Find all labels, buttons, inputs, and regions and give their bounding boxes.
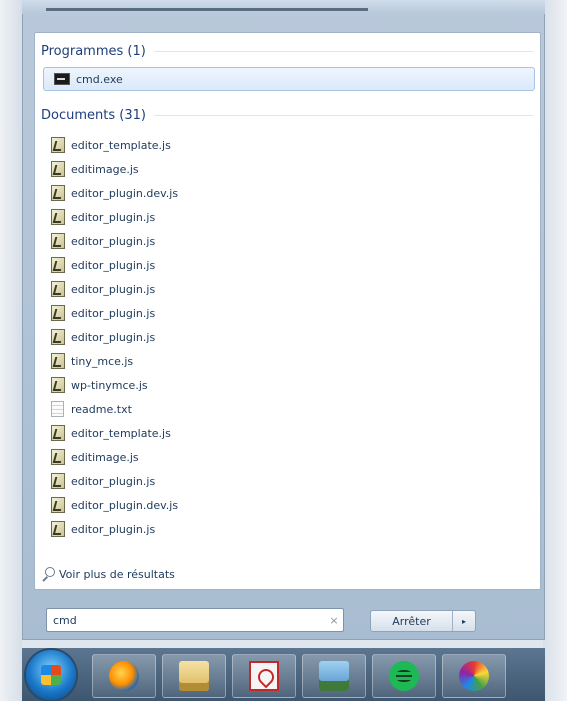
document-label: editor_plugin.dev.js (71, 498, 179, 512)
js-file-icon (51, 449, 65, 465)
text-file-icon (51, 401, 64, 417)
search-icon (41, 567, 55, 581)
document-result[interactable]: editor_plugin.js (51, 277, 155, 301)
windows-start-orb-icon[interactable] (26, 650, 76, 700)
document-result[interactable]: editor_plugin.js (51, 253, 155, 277)
js-file-icon (51, 329, 65, 345)
desktop-background-right (543, 0, 567, 701)
search-input[interactable] (47, 612, 325, 628)
programs-header-label: Programmes (1) (41, 43, 146, 59)
section-divider (153, 114, 533, 116)
js-file-icon (51, 161, 65, 177)
document-result[interactable]: editor_plugin.js (51, 205, 155, 229)
taskbar-button-spotify[interactable] (372, 654, 436, 698)
document-label: editor_plugin.js (71, 258, 156, 272)
documents-section-header: Documents (31) (41, 105, 533, 125)
taskbar-button-firefox[interactable] (92, 654, 156, 698)
document-label: editor_plugin.js (71, 210, 156, 224)
js-file-icon (51, 257, 65, 273)
document-label: editor_plugin.dev.js (71, 186, 179, 200)
document-label: editor_plugin.js (71, 474, 156, 488)
js-file-icon (51, 497, 65, 513)
document-label: editor_template.js (71, 426, 171, 440)
document-result[interactable]: wp-tinymce.js (51, 373, 148, 397)
document-result[interactable]: editor_plugin.js (51, 325, 155, 349)
programs-section-header: Programmes (1) (41, 41, 533, 61)
document-label: tiny_mce.js (71, 354, 134, 368)
document-result[interactable]: editor_plugin.js (51, 517, 155, 541)
document-label: editimage.js (71, 450, 139, 464)
document-result[interactable]: editor_template.js (51, 421, 171, 445)
taskbar-button-acrobat[interactable] (232, 654, 296, 698)
shutdown-options-arrow-icon[interactable]: ▸ (452, 611, 475, 631)
shutdown-button[interactable]: Arrêter (371, 615, 452, 628)
scroll-edge (46, 8, 368, 11)
firefox-icon (109, 661, 139, 691)
taskbar (22, 648, 545, 701)
spotify-icon (389, 661, 419, 691)
document-label: editor_plugin.js (71, 234, 156, 248)
document-label: editor_template.js (71, 138, 171, 152)
document-label: wp-tinymce.js (71, 378, 148, 392)
document-result[interactable]: editor_plugin.dev.js (51, 493, 178, 517)
section-divider (153, 50, 533, 52)
js-file-icon (51, 209, 65, 225)
js-file-icon (51, 185, 65, 201)
document-label: editor_plugin.js (71, 330, 156, 344)
taskbar-button-paint[interactable] (442, 654, 506, 698)
document-result[interactable]: editor_template.js (51, 133, 171, 157)
js-file-icon (51, 233, 65, 249)
js-file-icon (51, 353, 65, 369)
document-result[interactable]: tiny_mce.js (51, 349, 133, 373)
document-result[interactable]: readme.txt (51, 397, 132, 421)
see-more-results-link[interactable]: Voir plus de résultats (41, 567, 175, 581)
document-label: editor_plugin.js (71, 306, 156, 320)
start-menu: Programmes (1) cmd.exe Documents (31) ed… (22, 0, 545, 640)
document-label: readme.txt (71, 402, 132, 416)
file-explorer-icon (179, 661, 209, 691)
documents-header-label: Documents (31) (41, 107, 146, 123)
taskbar-button-pictures[interactable] (302, 654, 366, 698)
document-result[interactable]: editor_plugin.js (51, 301, 155, 325)
js-file-icon (51, 137, 65, 153)
shutdown-button-group: Arrêter ▸ (370, 610, 476, 632)
document-result[interactable]: editor_plugin.js (51, 469, 155, 493)
pictures-library-icon (319, 661, 349, 691)
document-label: editimage.js (71, 162, 139, 176)
js-file-icon (51, 281, 65, 297)
js-file-icon (51, 305, 65, 321)
paint-icon (459, 661, 489, 691)
adobe-acrobat-icon (249, 661, 279, 691)
program-result-cmd[interactable]: cmd.exe (43, 67, 535, 91)
js-file-icon (51, 377, 65, 393)
document-label: editor_plugin.js (71, 522, 156, 536)
console-icon (54, 73, 70, 85)
js-file-icon (51, 425, 65, 441)
see-more-results-label: Voir plus de résultats (59, 567, 175, 581)
document-result[interactable]: editor_plugin.js (51, 229, 155, 253)
js-file-icon (51, 521, 65, 537)
document-label: editor_plugin.js (71, 282, 156, 296)
search-results-panel: Programmes (1) cmd.exe Documents (31) ed… (34, 32, 541, 590)
js-file-icon (51, 473, 65, 489)
desktop-background-left (0, 0, 22, 701)
document-result[interactable]: editimage.js (51, 157, 139, 181)
start-search-box: × (46, 608, 344, 632)
start-menu-top-strip (22, 0, 545, 14)
taskbar-button-explorer[interactable] (162, 654, 226, 698)
program-result-label: cmd.exe (76, 72, 123, 86)
clear-search-icon[interactable]: × (325, 614, 343, 627)
document-result[interactable]: editor_plugin.dev.js (51, 181, 178, 205)
document-result[interactable]: editimage.js (51, 445, 139, 469)
